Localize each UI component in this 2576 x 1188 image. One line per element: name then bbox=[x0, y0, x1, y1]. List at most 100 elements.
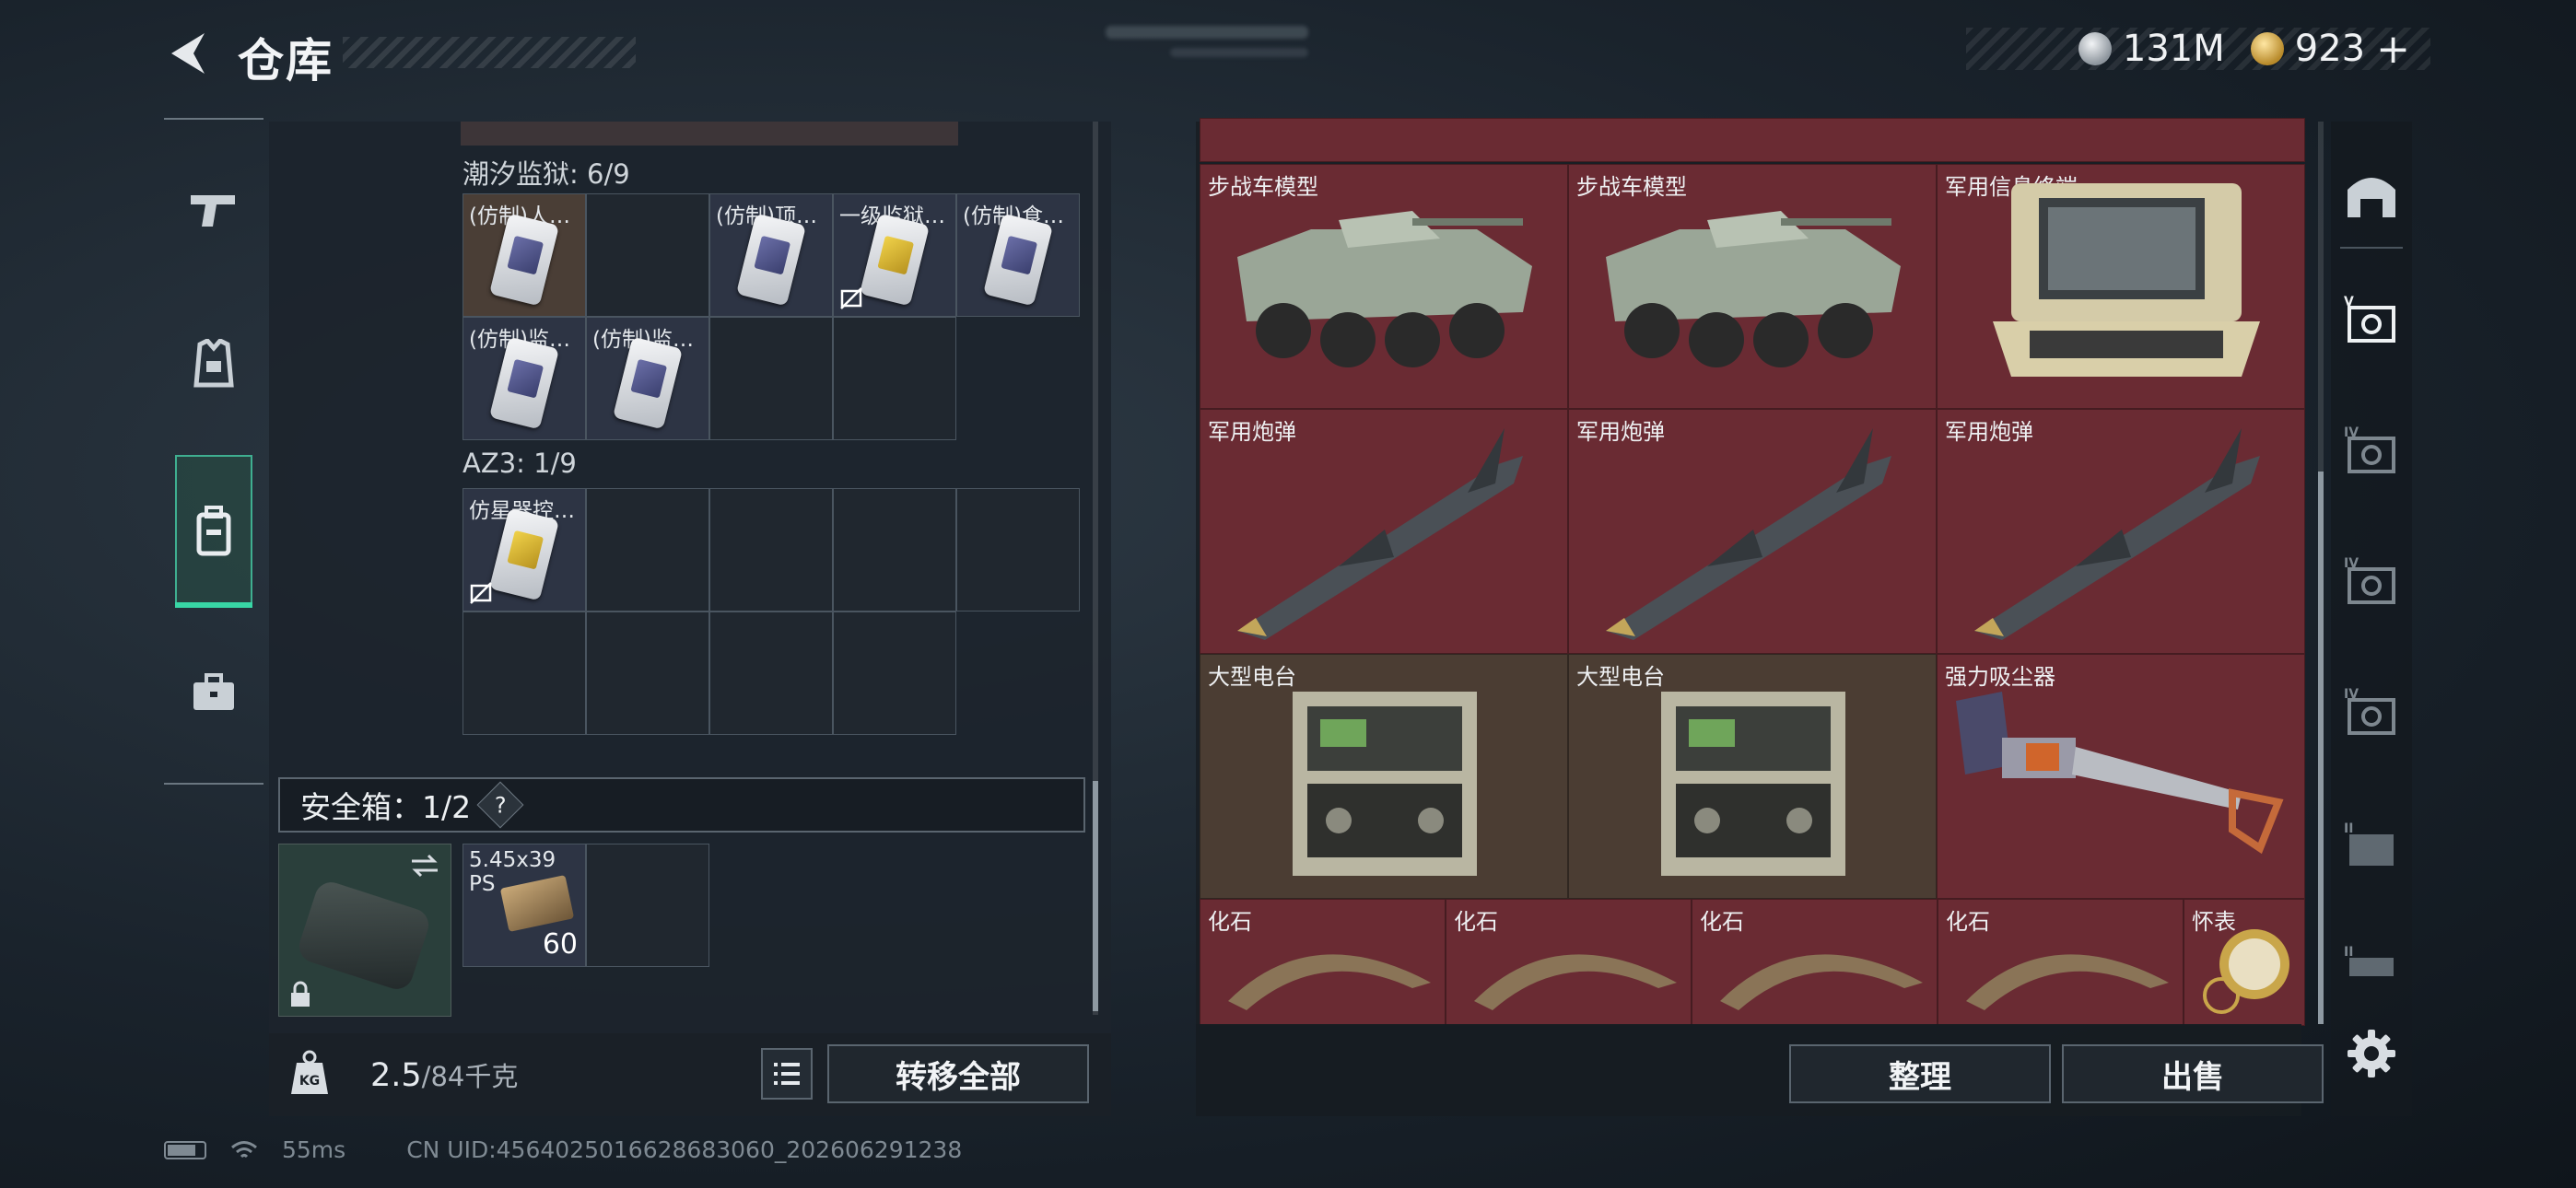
ammo-name-line2: PS bbox=[469, 872, 496, 896]
svg-text:IV: IV bbox=[2344, 425, 2359, 440]
key-card-item[interactable]: (仿制)顶… bbox=[709, 193, 833, 317]
svg-text:II: II bbox=[2344, 821, 2353, 836]
empty-slot[interactable] bbox=[586, 488, 709, 611]
sort-button[interactable]: 整理 bbox=[1789, 1044, 2051, 1103]
uid-text: CN UID:4564025016628683060_202606291238 bbox=[406, 1136, 963, 1163]
back-arrow-icon[interactable] bbox=[164, 28, 208, 79]
empty-slot[interactable] bbox=[833, 611, 956, 735]
stash-item[interactable]: 军用炮弹 bbox=[1568, 409, 1937, 654]
key-card-item[interactable]: 一级监狱… bbox=[833, 193, 956, 317]
tier-ii-stash-icon: II bbox=[2344, 945, 2394, 976]
svg-text:KG: KG bbox=[299, 1074, 320, 1089]
nav-toolbox[interactable] bbox=[175, 654, 252, 731]
transfer-all-button[interactable]: 转移全部 bbox=[827, 1044, 1089, 1103]
help-button[interactable]: ? bbox=[476, 781, 524, 829]
key-card-item[interactable]: (仿制)监… bbox=[463, 317, 586, 440]
key-card-item[interactable]: 仿星器控… bbox=[463, 488, 586, 611]
empty-slot[interactable] bbox=[709, 611, 833, 735]
group-grid-az3: 仿星器控… bbox=[463, 488, 1080, 735]
stash-item[interactable]: 强力吸尘器 bbox=[1937, 654, 2305, 899]
ammo-name-line1: 5.45x39 bbox=[469, 848, 556, 872]
tier-ii-stash-icon: II bbox=[2344, 821, 2394, 866]
empty-slot[interactable] bbox=[956, 488, 1080, 611]
stash-page-tier-ii-2[interactable]: II bbox=[2340, 932, 2403, 995]
tier-v-stash-icon: V bbox=[2344, 295, 2395, 343]
key-card-item[interactable]: (仿制)人… bbox=[463, 193, 586, 317]
stash-item[interactable]: 大型电台 bbox=[1568, 654, 1937, 899]
currency-silver[interactable]: 131M bbox=[2078, 28, 2225, 70]
tier-iv-stash-icon: IV bbox=[2344, 425, 2395, 473]
tier-iv-stash-icon: IV bbox=[2344, 556, 2395, 604]
stash-home-icon bbox=[2348, 178, 2395, 217]
fossil-claw-image bbox=[1474, 954, 1677, 1010]
scrollbar-thumb[interactable] bbox=[1093, 781, 1098, 1011]
artillery-shell-image bbox=[1974, 428, 2260, 640]
vehicle-model-image bbox=[1237, 211, 1532, 367]
key-card-item[interactable]: (仿制)食… bbox=[956, 193, 1080, 317]
svg-text:II: II bbox=[2344, 945, 2353, 960]
stash-page-tier-iv-2[interactable]: IV bbox=[2340, 551, 2403, 613]
svg-text:V: V bbox=[2344, 295, 2354, 309]
stash-scrollbar[interactable] bbox=[2318, 122, 2324, 1024]
stash-page-tier-ii-1[interactable]: II bbox=[2340, 814, 2403, 877]
add-currency-button[interactable]: + bbox=[2376, 26, 2410, 73]
stash-item[interactable]: 怀表 bbox=[2184, 899, 2305, 1026]
stash-item[interactable]: 步战车模型 bbox=[1200, 164, 1568, 409]
weight-icon: KG bbox=[291, 1050, 328, 1094]
ping-text: 55ms bbox=[282, 1136, 346, 1163]
stash-item[interactable]: 化石 bbox=[1692, 899, 1938, 1026]
stash-page-tier-iv-1[interactable]: IV bbox=[2340, 420, 2403, 483]
list-icon bbox=[774, 1063, 800, 1085]
silver-amount: 131M bbox=[2122, 28, 2225, 70]
empty-slot[interactable] bbox=[586, 611, 709, 735]
empty-slot[interactable] bbox=[833, 317, 956, 440]
sell-button[interactable]: 出售 bbox=[2062, 1044, 2324, 1103]
stash-item[interactable]: 化石 bbox=[1446, 899, 1692, 1026]
armor-vest-icon bbox=[193, 339, 234, 388]
inventory-scrollbar[interactable] bbox=[1093, 122, 1098, 1015]
stash-page-tier-iv-3[interactable]: IV bbox=[2340, 681, 2403, 744]
settings-button[interactable] bbox=[2340, 1022, 2403, 1085]
nav-weapons[interactable] bbox=[175, 171, 252, 249]
empty-slot[interactable] bbox=[709, 317, 833, 440]
backpack-icon bbox=[196, 506, 231, 556]
safe-box-container[interactable] bbox=[278, 844, 451, 1017]
svg-text:IV: IV bbox=[2344, 687, 2359, 702]
nav-backpack[interactable] bbox=[175, 455, 252, 608]
previous-group-row bbox=[461, 122, 958, 146]
no-trade-icon bbox=[840, 287, 862, 309]
key-card-item[interactable]: (仿制)监… bbox=[586, 317, 709, 440]
stash-item[interactable]: 军用炮弹 bbox=[1937, 409, 2305, 654]
fossil-claw-image bbox=[1966, 954, 2169, 1010]
fossil-claw-image bbox=[1720, 954, 1923, 1010]
gold-amount: 923 bbox=[2294, 28, 2366, 70]
empty-slot[interactable] bbox=[586, 193, 709, 317]
group-grid-tide-prison: (仿制)人… (仿制)顶… 一级监狱… (仿制)食… (仿制)监… (仿制)监… bbox=[463, 193, 1080, 440]
nav-armor[interactable] bbox=[175, 326, 252, 403]
stash-item[interactable]: 化石 bbox=[1938, 899, 2184, 1026]
empty-slot[interactable] bbox=[833, 488, 956, 611]
currency-gold[interactable]: 923 + bbox=[2250, 26, 2410, 73]
swap-icon[interactable] bbox=[408, 852, 441, 879]
stash-item[interactable]: 化石 bbox=[1200, 899, 1446, 1026]
help-icon: ? bbox=[494, 792, 507, 818]
list-view-button[interactable] bbox=[761, 1048, 813, 1100]
status-bar: 55ms CN UID:4564025016628683060_20260629… bbox=[164, 1136, 962, 1163]
empty-slot[interactable] bbox=[709, 488, 833, 611]
stash-item[interactable]: 步战车模型 bbox=[1568, 164, 1937, 409]
vehicle-model-image bbox=[1606, 211, 1901, 367]
stash-item[interactable]: 军用炮弹 bbox=[1200, 409, 1568, 654]
battery-icon bbox=[164, 1140, 206, 1159]
empty-slot[interactable] bbox=[586, 844, 709, 967]
scrollbar-thumb[interactable] bbox=[2318, 472, 2324, 1024]
stash-page-home[interactable] bbox=[2340, 162, 2403, 225]
radio-station-image bbox=[1293, 692, 1477, 876]
stash-page-tier-v[interactable]: V bbox=[2340, 289, 2403, 352]
radio-station-image bbox=[1661, 692, 1845, 876]
weight-readout: 2.5/84千克 bbox=[370, 1055, 518, 1094]
stash-item[interactable]: 军用信息终端 bbox=[1937, 164, 2305, 409]
empty-slot[interactable] bbox=[463, 611, 586, 735]
group-label-tide-prison: 潮汐监狱: 6/9 bbox=[463, 158, 630, 190]
stash-item[interactable]: 大型电台 bbox=[1200, 654, 1568, 899]
ammo-item[interactable]: 5.45x39 PS 60 bbox=[463, 844, 586, 967]
